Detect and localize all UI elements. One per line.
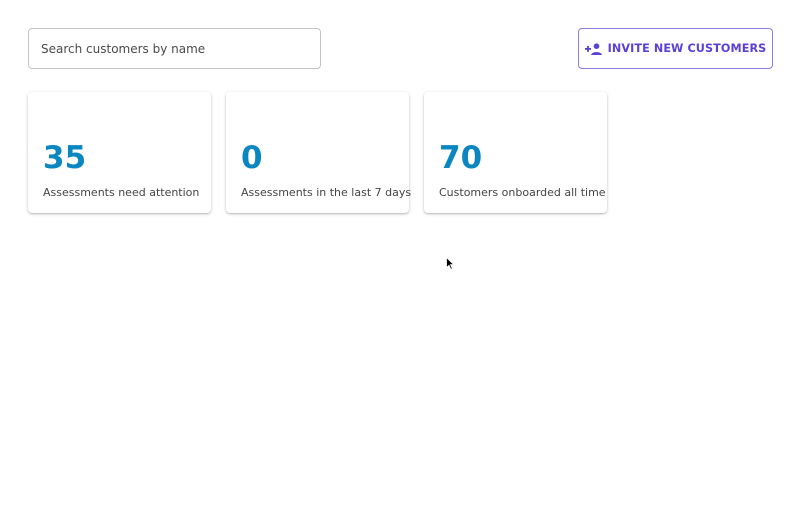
stat-value: 35 (43, 140, 87, 176)
stat-caption: Assessments in the last 7 days (241, 186, 412, 199)
stat-caption: Assessments need attention (43, 186, 200, 199)
person-add-icon (584, 42, 602, 55)
invite-new-customers-button[interactable]: INVITE NEW CUSTOMERS (578, 28, 773, 69)
search-input[interactable] (39, 40, 320, 57)
stat-caption: Customers onboarded all time (439, 186, 606, 199)
stat-card-attention: 35 Assessments need attention (28, 92, 211, 213)
stat-value: 70 (439, 140, 483, 176)
mouse-cursor-icon (446, 257, 455, 270)
page: INVITE NEW CUSTOMERS 35 Assessments need… (0, 0, 800, 509)
stat-card-onboarded: 70 Customers onboarded all time (424, 92, 607, 213)
stat-value: 0 (241, 140, 263, 176)
stat-card-last-7-days: 0 Assessments in the last 7 days (226, 92, 412, 213)
search-field[interactable] (28, 28, 321, 69)
invite-button-label: INVITE NEW CUSTOMERS (607, 42, 767, 55)
